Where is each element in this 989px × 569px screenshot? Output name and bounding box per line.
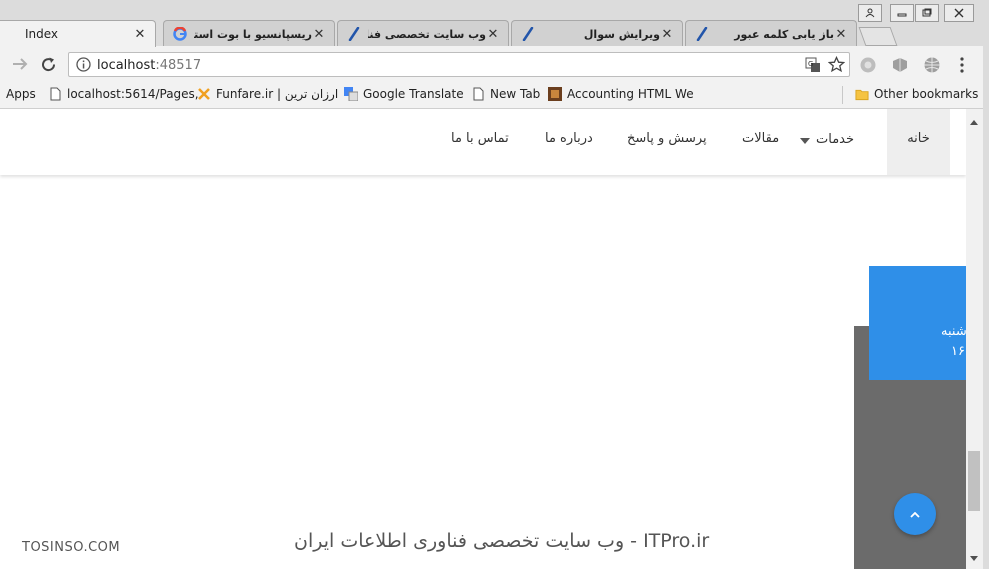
bookmark-label: New Tab (490, 87, 541, 101)
globe-icon[interactable] (923, 56, 941, 77)
extension-icon[interactable] (891, 56, 909, 77)
svg-text:G: G (808, 60, 813, 68)
nav-articles-label: مقالات (742, 131, 780, 146)
tab-title: Index (25, 27, 59, 41)
bookmark-label: Funfare.ir | ارزان ترین (216, 87, 339, 101)
menu-kebab-icon[interactable] (958, 56, 966, 77)
close-icon[interactable]: ✕ (834, 27, 848, 42)
close-icon[interactable]: ✕ (312, 27, 326, 42)
watermark-itpro: ITPro.ir - وب سایت تخصصی فناوری اطلاعات … (294, 530, 710, 552)
nav-home-label: خانه (907, 131, 930, 146)
url-host: localhost (97, 58, 156, 73)
bookmark-divider (842, 86, 843, 104)
url-port: :48517 (155, 58, 202, 73)
image-icon (548, 87, 562, 101)
scrollbar-thumb[interactable] (968, 451, 980, 511)
nav-contact[interactable]: تماس با ما (451, 131, 509, 146)
caret-down-icon (800, 133, 810, 148)
browser-toolbar: localhost:48517 G (0, 46, 989, 83)
nav-qa[interactable]: پرسش و پاسخ (627, 131, 707, 146)
translate-icon (344, 87, 358, 101)
close-icon[interactable]: ✕ (486, 27, 500, 42)
scroll-down-arrow-icon[interactable] (970, 550, 978, 564)
browser-tabstrip: Index ✕ ریسپانسیو با بوت استرپ - ✕ وب سا… (0, 0, 989, 47)
tab-title: ریسپانسیو با بوت استرپ - (194, 27, 312, 41)
page-icon (48, 87, 62, 101)
tab-title: باز یابی کلمه عبور (734, 27, 834, 41)
nav-about[interactable]: درباره ما (545, 131, 593, 146)
bookmark-accounting[interactable]: Accounting HTML We (548, 87, 694, 101)
watermark-tosinso: TOSINSO.COM (22, 540, 121, 555)
date-card: شنبه ۱۶ (869, 266, 966, 380)
page-scrollbar[interactable] (966, 109, 983, 569)
address-bar[interactable]: localhost:48517 G (68, 52, 850, 77)
reload-icon[interactable] (40, 56, 57, 76)
bookmark-star-icon[interactable] (827, 55, 846, 76)
quill-icon (520, 26, 536, 42)
close-icon[interactable]: ✕ (660, 27, 674, 42)
forward-icon[interactable] (11, 56, 29, 75)
bookmark-new-tab[interactable]: New Tab (471, 87, 540, 101)
tab-password-recovery[interactable]: باز یابی کلمه عبور ✕ (685, 20, 857, 47)
scroll-to-top-button[interactable] (894, 493, 936, 535)
extension-icon[interactable] (859, 56, 877, 77)
bookmark-label: Google Translate (363, 87, 464, 101)
bookmark-google-translate[interactable]: Google Translate (344, 87, 464, 101)
google-icon (172, 26, 188, 42)
page-viewport: خانه خدمات مقالات پرسش و پاسخ درباره ما … (0, 109, 966, 569)
nav-services-label: خدمات (816, 132, 855, 147)
date-card-number: ۱۶ (951, 344, 965, 359)
quill-icon (346, 26, 362, 42)
site-navbar: خانه خدمات مقالات پرسش و پاسخ درباره ما … (0, 109, 966, 175)
chevron-up-icon (910, 507, 920, 521)
bookmark-label: Apps (6, 87, 36, 101)
date-card-day: شنبه (941, 324, 966, 339)
info-icon[interactable] (76, 57, 91, 75)
funfare-icon (197, 87, 211, 101)
bookmark-localhost[interactable]: localhost:5614/Pages, (48, 87, 199, 101)
nav-contact-label: تماس با ما (451, 131, 509, 146)
tab-edit-question[interactable]: ویرایش سوال ✕ (511, 20, 683, 47)
bookmark-label: localhost:5614/Pages, (67, 87, 199, 101)
close-window-button[interactable] (944, 4, 974, 22)
window-edge (983, 0, 989, 569)
bookmark-label: Accounting HTML We (567, 87, 694, 101)
translate-page-icon[interactable]: G (805, 57, 821, 76)
tab-index[interactable]: Index ✕ (0, 20, 156, 47)
folder-icon (855, 87, 869, 101)
quill-icon (694, 26, 710, 42)
page-icon (471, 87, 485, 101)
tab-title: ویرایش سوال (583, 27, 660, 41)
scroll-up-arrow-icon[interactable] (970, 114, 978, 128)
nav-services[interactable]: خدمات (800, 131, 854, 148)
minimize-button[interactable] (890, 4, 914, 22)
restore-button[interactable] (915, 4, 939, 22)
nav-articles[interactable]: مقالات (742, 131, 779, 146)
new-tab-button[interactable] (858, 27, 898, 46)
bookmark-other[interactable]: Other bookmarks (855, 87, 978, 101)
bookmarks-bar: Apps localhost:5614/Pages, Funfare.ir | … (0, 83, 989, 109)
bookmark-label: Other bookmarks (874, 87, 979, 101)
nav-about-label: درباره ما (545, 131, 593, 146)
nav-qa-label: پرسش و پاسخ (627, 131, 707, 146)
url-text: localhost:48517 (97, 58, 201, 73)
tab-responsive[interactable]: ریسپانسیو با بوت استرپ - ✕ (163, 20, 335, 47)
nav-home[interactable]: خانه (887, 109, 950, 175)
close-icon[interactable]: ✕ (133, 27, 147, 42)
tab-title: وب سایت تخصصی فناوری (368, 27, 486, 41)
profile-icon[interactable] (858, 4, 882, 22)
bookmark-funfare[interactable]: Funfare.ir | ارزان ترین (197, 87, 338, 101)
tab-itpro[interactable]: وب سایت تخصصی فناوری ✕ (337, 20, 509, 47)
bookmark-apps[interactable]: Apps (6, 87, 36, 101)
